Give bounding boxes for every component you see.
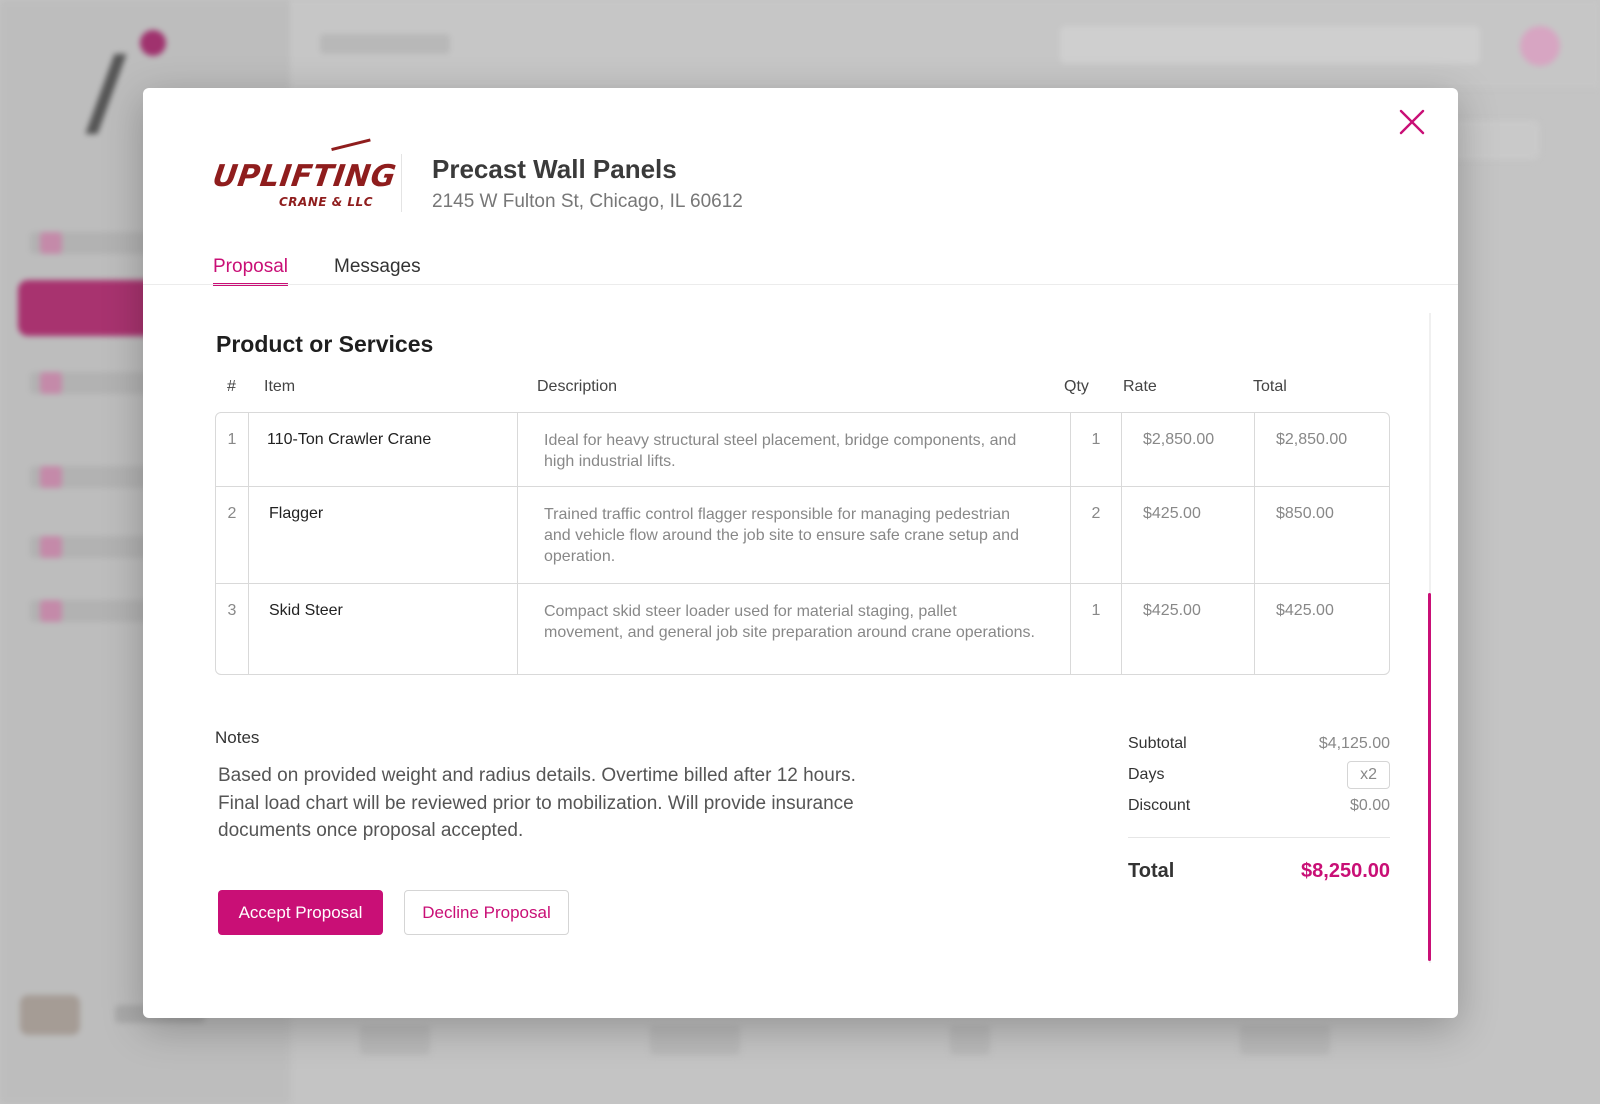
- project-address: 2145 W Fulton St, Chicago, IL 60612: [432, 190, 743, 212]
- background-back-link: [320, 34, 450, 54]
- table-header: # Item Description Qty Rate Total: [215, 378, 1390, 400]
- column-header-rate: Rate: [1123, 378, 1157, 395]
- row-qty: 1: [1070, 413, 1121, 486]
- tab-proposal[interactable]: Proposal: [213, 256, 288, 286]
- total-value: $8,250.00: [1301, 860, 1390, 882]
- notes-text: Based on provided weight and radius deta…: [218, 765, 856, 841]
- days-row: Days x2: [1128, 759, 1390, 790]
- column-header-total: Total: [1253, 378, 1287, 395]
- row-item: 110-Ton Crawler Crane: [248, 413, 517, 486]
- column-header-item: Item: [264, 378, 296, 395]
- background-row-cell: [360, 1025, 430, 1055]
- table-row: 2 Flagger Trained traffic control flagge…: [216, 486, 1389, 583]
- table-row: 1 110-Ton Crawler Crane Ideal for heavy …: [216, 413, 1389, 486]
- notes-label: Notes: [215, 728, 260, 747]
- proposal-header: UPLIFTING CRANE & LLC Precast Wall Panel…: [211, 138, 743, 223]
- background-nav-item: [30, 232, 150, 254]
- section-title: Product or Services: [216, 331, 434, 357]
- project-title: Precast Wall Panels: [432, 153, 677, 184]
- background-nav-item-active: [18, 280, 158, 336]
- close-button[interactable]: [1394, 104, 1430, 140]
- row-description: Compact skid steer loader used for mater…: [517, 584, 1070, 674]
- logo-main-text: UPLIFTING: [210, 159, 399, 194]
- row-rate: $2,850.00: [1121, 413, 1254, 486]
- row-number: 1: [227, 431, 237, 448]
- background-avatar: [1520, 26, 1560, 66]
- summary-divider: [1128, 837, 1390, 838]
- total-row: Total $8,250.00: [1128, 860, 1390, 883]
- background-nav-item: [30, 536, 150, 558]
- discount-label: Discount: [1128, 796, 1191, 814]
- row-description: Trained traffic control flagger responsi…: [517, 487, 1070, 583]
- background-nav-item: [30, 600, 150, 622]
- line-items-table: 1 110-Ton Crawler Crane Ideal for heavy …: [215, 412, 1390, 675]
- tab-bar: Proposal Messages: [213, 256, 1458, 286]
- row-number: 2: [227, 505, 237, 522]
- row-rate: $425.00: [1121, 584, 1254, 674]
- row-total: $850.00: [1254, 487, 1389, 583]
- row-rate: $425.00: [1121, 487, 1254, 583]
- tabs-divider: [143, 284, 1458, 285]
- discount-row: Discount $0.00: [1128, 790, 1390, 821]
- tab-messages[interactable]: Messages: [334, 256, 421, 286]
- days-label: Days: [1128, 765, 1165, 783]
- project-info: Precast Wall Panels 2145 W Fulton St, Ch…: [432, 154, 743, 213]
- subtotal-row: Subtotal $4,125.00: [1128, 728, 1390, 759]
- header-divider: [401, 154, 402, 212]
- row-total: $425.00: [1254, 584, 1389, 674]
- logo-sub-text: CRANE & LLC: [279, 195, 373, 209]
- column-header-description: Description: [537, 378, 618, 395]
- background-nav-item: [30, 466, 150, 488]
- row-description: Ideal for heavy structural steel placeme…: [517, 413, 1070, 486]
- row-total: $2,850.00: [1254, 413, 1389, 486]
- background-row-cell: [650, 1025, 740, 1055]
- scrollbar-thumb[interactable]: [1428, 593, 1431, 961]
- row-item: Flagger: [248, 487, 517, 583]
- background-user-logo: [20, 995, 80, 1035]
- row-item: Skid Steer: [248, 584, 517, 674]
- subtotal-label: Subtotal: [1128, 734, 1187, 752]
- background-row-cell: [950, 1025, 990, 1055]
- column-header-qty: Qty: [1064, 378, 1089, 395]
- subtotal-value: $4,125.00: [1318, 734, 1390, 752]
- background-search: [1060, 26, 1480, 64]
- table-row: 3 Skid Steer Compact skid steer loader u…: [216, 583, 1389, 674]
- discount-value: $0.00: [1349, 796, 1390, 814]
- background-row-cell: [1240, 1025, 1330, 1055]
- column-header-number: #: [227, 378, 236, 395]
- accept-proposal-button[interactable]: Accept Proposal: [218, 890, 383, 935]
- days-multiplier-badge: x2: [1347, 760, 1390, 789]
- company-logo: UPLIFTING CRANE & LLC: [211, 138, 398, 219]
- row-number: 3: [227, 602, 237, 619]
- background-nav-item: [30, 372, 150, 394]
- decline-proposal-button[interactable]: Decline Proposal: [404, 890, 569, 935]
- row-qty: 2: [1070, 487, 1121, 583]
- close-icon: [1399, 109, 1425, 135]
- row-qty: 1: [1070, 584, 1121, 674]
- proposal-modal: UPLIFTING CRANE & LLC Precast Wall Panel…: [143, 88, 1458, 1018]
- totals-summary: Subtotal $4,125.00 Days x2 Discount $0.0…: [1128, 728, 1390, 883]
- total-label: Total: [1128, 860, 1175, 882]
